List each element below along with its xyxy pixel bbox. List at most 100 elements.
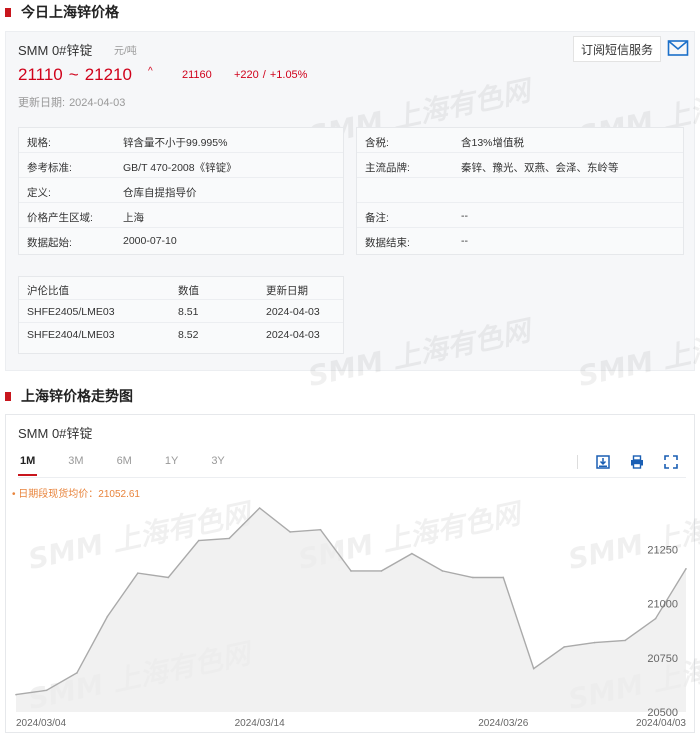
spec-label: 数据结束: <box>365 237 410 249</box>
change-separator: / <box>262 69 266 81</box>
spec-label: 参考标准: <box>27 162 72 174</box>
data-point <box>167 576 170 579</box>
spec-table-right: 含税: 含13%增值税 主流品牌: 秦锌、豫光、双燕、会泽、东岭等 备注: -- 数据… <box>356 127 684 255</box>
spec-value: 秦锌、豫光、双燕、会泽、东岭等 <box>461 162 619 174</box>
price-panel: SMM 上海有色网 SMM 上海有色网 SMM 上海有色网 SMM 上海有色网 … <box>5 31 700 393</box>
spec-label: 主流品牌: <box>365 162 410 174</box>
range-tilde: ~ <box>68 65 79 84</box>
table-cell: 8.52 <box>178 329 199 341</box>
average-price: 21160 <box>182 69 212 81</box>
data-point <box>624 639 626 642</box>
spec-label: 定义: <box>27 187 51 199</box>
shfe-lme-ratio-table: 沪伦比值 数值 更新日期 SHFE2405/LME03 8.51 2024-04… <box>18 276 344 354</box>
spec-row: 数据结束: -- <box>357 228 683 253</box>
spec-row: 参考标准: GB/T 470-2008《锌锭》 <box>19 153 343 178</box>
product-unit: 元/吨 <box>114 46 137 57</box>
spec-value: 锌含量不小于99.995% <box>123 137 228 149</box>
price-trend-chart: 205002075021000212502024/03/04 2024/03/14… <box>15 507 687 729</box>
spec-row: 价格产生区域: 上海 <box>19 203 343 228</box>
data-point <box>106 615 109 618</box>
price-low: 21110 <box>18 65 63 84</box>
data-point <box>563 646 565 648</box>
spec-value: 2000-07-10 <box>123 235 177 247</box>
spec-row: 规格: 锌含量不小于99.995% <box>19 128 343 153</box>
data-point <box>685 567 687 570</box>
x-tick-label: 2024/03/14 <box>235 718 285 729</box>
price-change: +220/+1.05% <box>234 69 307 81</box>
update-date-label: 更新日期: <box>18 97 66 109</box>
table-cell: SHFE2404/LME03 <box>27 329 115 341</box>
y-tick-label: 20750 <box>647 653 678 665</box>
data-point <box>532 667 535 670</box>
spec-value: -- <box>461 210 468 222</box>
data-point <box>654 617 657 620</box>
column-header: 数值 <box>178 285 199 297</box>
price-section-header: 今日上海锌价格 <box>5 2 119 22</box>
change-value: +220 <box>234 69 259 81</box>
product-name: SMM 0#锌锭 <box>18 43 93 58</box>
x-tick-label: 2024/03/04 <box>16 718 66 729</box>
table-cell: 2024-04-03 <box>266 329 320 341</box>
spec-row <box>357 178 683 203</box>
spec-row: 定义: 仓库自提指导价 <box>19 178 343 203</box>
data-point <box>45 689 48 692</box>
data-point <box>319 528 322 531</box>
column-header: 更新日期 <box>266 285 308 297</box>
price-range: 21110 ~21210 <box>18 65 132 85</box>
trend-up-icon: ^ <box>148 66 153 77</box>
data-point <box>350 570 352 572</box>
subscribe-sms-button[interactable]: 订阅短信服务 <box>573 36 661 62</box>
table-row: SHFE2404/LME03 8.52 2024-04-03 <box>19 323 343 346</box>
table-header-row: 沪伦比值 数值 更新日期 <box>19 277 343 300</box>
data-point <box>137 572 139 574</box>
spec-row: 数据起始: 2000-07-10 <box>19 228 343 253</box>
data-point <box>380 570 383 572</box>
spec-value: -- <box>461 235 468 247</box>
data-point <box>472 576 474 579</box>
table-cell: SHFE2405/LME03 <box>27 306 115 318</box>
spec-row: 含税: 含13%增值税 <box>357 128 683 153</box>
table-cell: 2024-04-03 <box>266 306 320 318</box>
area-fill <box>16 508 686 712</box>
data-point <box>441 570 444 572</box>
spec-value: 上海 <box>123 212 144 224</box>
data-point <box>593 641 596 644</box>
spec-label: 规格: <box>27 137 51 149</box>
data-point <box>76 672 78 674</box>
data-point <box>258 507 261 509</box>
y-tick-label: 21250 <box>647 544 678 556</box>
spec-value: 含13%增值税 <box>461 137 525 149</box>
chart-panel: SMM 上海有色网 SMM 上海有色网 SMM 上海有色网 SMM 上海有色网 … <box>5 414 700 733</box>
spec-table-left: 规格: 锌含量不小于99.995% 参考标准: GB/T 470-2008《锌锭》 … <box>18 127 344 255</box>
update-date-value: 2024-04-03 <box>69 97 126 109</box>
spec-label: 含税: <box>365 137 389 149</box>
section-title: 今日上海锌价格 <box>21 4 119 20</box>
data-point <box>289 531 291 533</box>
change-percent: +1.05% <box>269 69 308 81</box>
spec-row: 备注: -- <box>357 203 683 228</box>
spec-label: 备注: <box>365 212 389 224</box>
price-high: 21210 <box>84 65 132 84</box>
spec-label: 价格产生区域: <box>27 212 93 224</box>
data-point <box>411 552 413 555</box>
data-point <box>502 576 505 579</box>
table-cell: 8.51 <box>178 306 199 318</box>
update-date: 更新日期: 2024-04-03 <box>18 94 129 110</box>
column-header: 沪伦比值 <box>27 285 69 297</box>
mail-icon[interactable] <box>667 38 689 58</box>
spec-label: 数据起始: <box>27 237 72 249</box>
watermark: SMM 上海有色网 <box>575 313 700 394</box>
chart-section-header: 上海锌价格走势图 <box>5 386 133 406</box>
section-marker <box>5 7 11 17</box>
table-row: SHFE2405/LME03 8.51 2024-04-03 <box>19 300 343 323</box>
spec-row: 主流品牌: 秦锌、豫光、双燕、会泽、东岭等 <box>357 153 683 178</box>
x-tick-label: 2024/04/03 <box>636 718 686 729</box>
data-point <box>197 539 200 542</box>
data-point <box>228 537 230 540</box>
x-tick-label: 2024/03/26 <box>478 718 528 729</box>
spec-value: 仓库自提指导价 <box>123 187 197 199</box>
section-marker <box>5 391 11 401</box>
data-point <box>15 693 17 696</box>
spec-value: GB/T 470-2008《锌锭》 <box>123 162 237 174</box>
y-tick-label: 21000 <box>647 599 678 611</box>
